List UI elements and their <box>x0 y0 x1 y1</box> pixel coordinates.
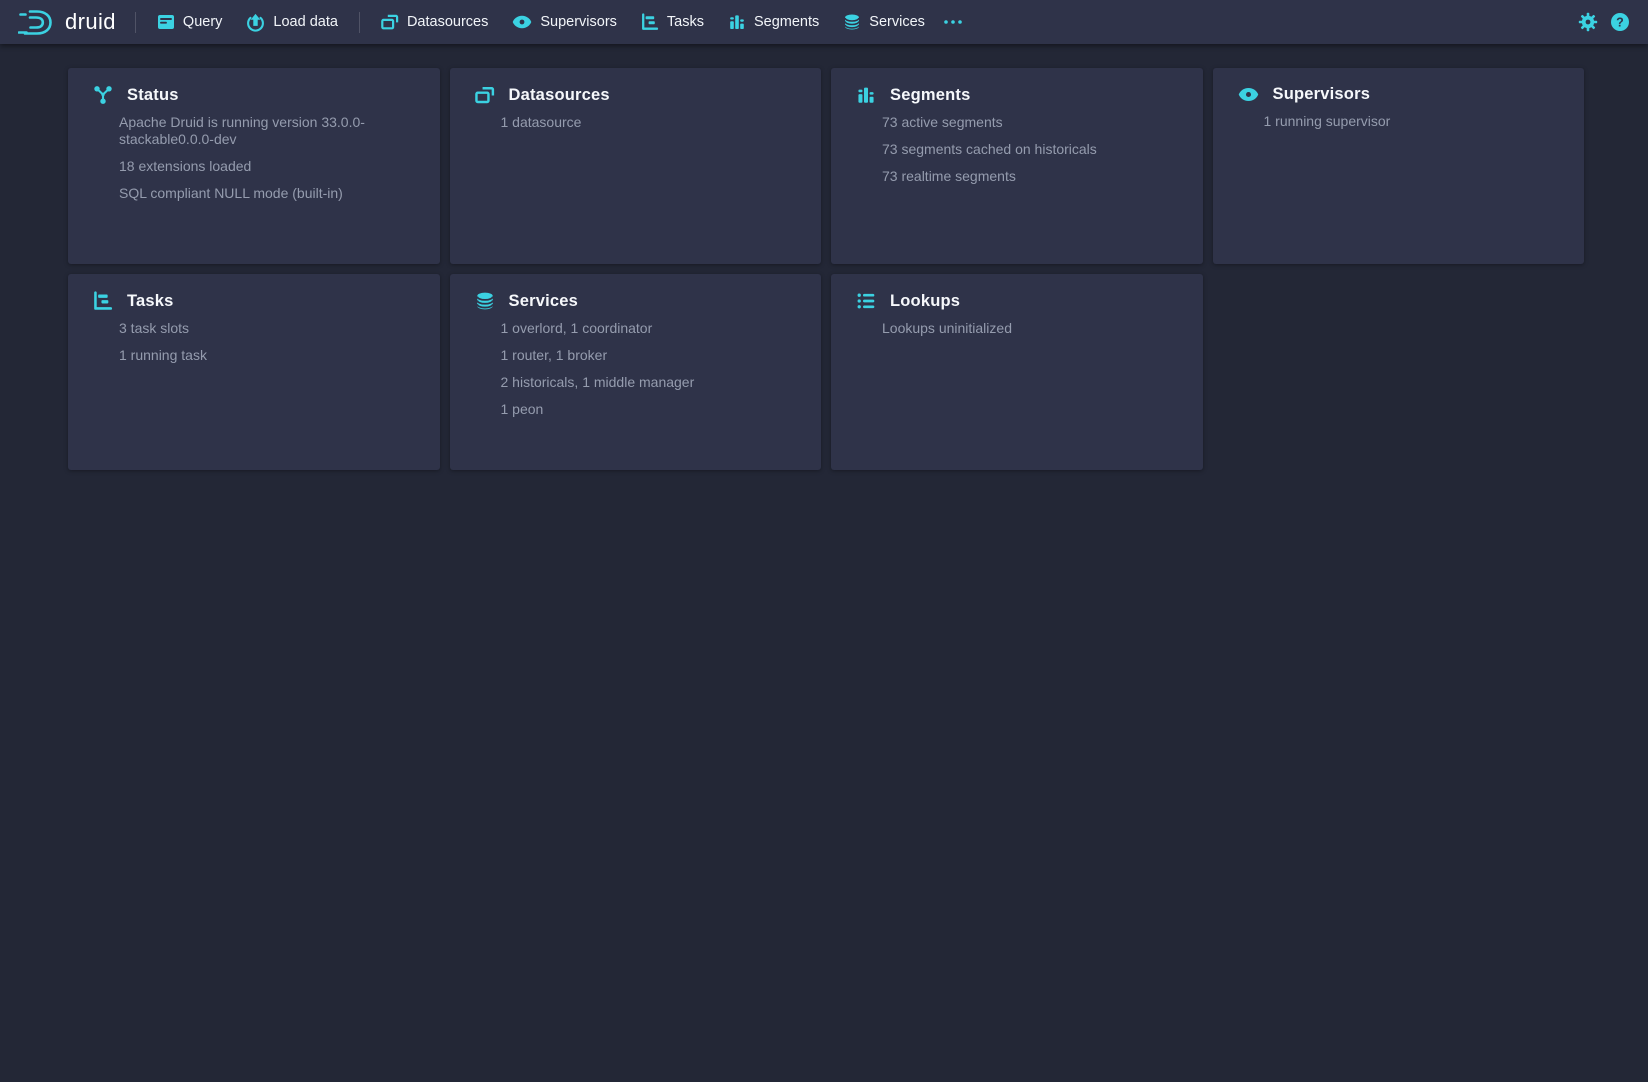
tasks-card[interactable]: Tasks 3 task slots 1 running task <box>68 274 440 470</box>
router-broker-text: 1 router, 1 broker <box>501 347 806 364</box>
card-title: Segments <box>890 86 970 105</box>
nav-item-label: Query <box>183 14 223 30</box>
cached-segments-text: 73 segments cached on historicals <box>882 141 1187 158</box>
navbar-divider <box>135 12 136 33</box>
more-menu-button[interactable] <box>937 0 969 44</box>
card-body: 1 running supervisor <box>1264 113 1569 130</box>
active-segments-text: 73 active segments <box>882 114 1187 131</box>
card-title: Datasources <box>509 86 610 105</box>
nav-item-label: Tasks <box>667 14 704 30</box>
peon-text: 1 peon <box>501 401 806 418</box>
services-card[interactable]: Services 1 overlord, 1 coordinator 1 rou… <box>450 274 822 470</box>
card-header: Segments <box>856 85 1187 105</box>
card-title: Services <box>509 292 579 311</box>
stacked-bars-icon <box>856 85 876 105</box>
circle-arrow-up-icon <box>246 13 265 32</box>
database-icon <box>475 291 495 311</box>
task-slots-text: 3 task slots <box>119 320 424 337</box>
eye-icon <box>512 15 532 29</box>
realtime-segments-text: 73 realtime segments <box>882 168 1187 185</box>
help-icon: ? <box>1610 12 1630 32</box>
card-title: Lookups <box>890 292 960 311</box>
card-header: Supervisors <box>1238 85 1569 104</box>
settings-button[interactable] <box>1572 0 1604 44</box>
historicals-middlemanager-text: 2 historicals, 1 middle manager <box>501 374 806 391</box>
home-card-grid: Status Apache Druid is running version 3… <box>0 44 1648 494</box>
status-card[interactable]: Status Apache Druid is running version 3… <box>68 68 440 264</box>
card-title: Tasks <box>127 292 174 311</box>
nav-item-label: Services <box>869 14 925 30</box>
status-extensions-text: 18 extensions loaded <box>119 158 424 175</box>
top-navbar: druid Query Load data Datasources <box>0 0 1648 44</box>
card-title: Supervisors <box>1273 85 1371 104</box>
nav-item-label: Datasources <box>407 14 488 30</box>
card-body: 1 datasource <box>501 114 806 131</box>
status-version-text: Apache Druid is running version 33.0.0-s… <box>119 114 424 148</box>
datasources-stack-icon <box>475 85 495 105</box>
status-sql-mode-text: SQL compliant NULL mode (built-in) <box>119 185 424 202</box>
application-icon <box>157 13 175 31</box>
gantt-chart-icon <box>93 291 113 311</box>
segments-card[interactable]: Segments 73 active segments 73 segments … <box>831 68 1203 264</box>
properties-list-icon <box>856 291 876 311</box>
nav-item-datasources[interactable]: Datasources <box>369 0 500 44</box>
brand-wordmark: druid <box>65 9 116 35</box>
navbar-divider <box>359 12 360 33</box>
card-body: 3 task slots 1 running task <box>119 320 424 364</box>
card-header: Services <box>475 291 806 311</box>
supervisors-card[interactable]: Supervisors 1 running supervisor <box>1213 68 1585 264</box>
nav-item-label: Load data <box>273 14 338 30</box>
druid-home-link[interactable]: druid <box>18 8 116 37</box>
card-title: Status <box>127 86 179 105</box>
card-body: Lookups uninitialized <box>882 320 1187 337</box>
nav-item-tasks[interactable]: Tasks <box>629 0 716 44</box>
gantt-chart-icon <box>641 13 659 31</box>
eye-icon <box>1238 87 1259 102</box>
running-supervisor-text: 1 running supervisor <box>1264 113 1569 130</box>
card-header: Lookups <box>856 291 1187 311</box>
nav-item-segments[interactable]: Segments <box>716 0 831 44</box>
nav-item-load-data[interactable]: Load data <box>234 0 350 44</box>
card-header: Status <box>93 85 424 105</box>
status-graph-icon <box>93 85 113 105</box>
nav-item-supervisors[interactable]: Supervisors <box>500 0 629 44</box>
gear-icon <box>1578 12 1598 32</box>
card-body: Apache Druid is running version 33.0.0-s… <box>119 114 424 202</box>
svg-text:?: ? <box>1616 15 1624 29</box>
overlord-coordinator-text: 1 overlord, 1 coordinator <box>501 320 806 337</box>
lookups-card[interactable]: Lookups Lookups uninitialized <box>831 274 1203 470</box>
help-button[interactable]: ? <box>1604 0 1636 44</box>
more-ellipsis-icon <box>943 19 963 25</box>
nav-item-label: Segments <box>754 14 819 30</box>
card-body: 1 overlord, 1 coordinator 1 router, 1 br… <box>501 320 806 418</box>
datasources-stack-icon <box>381 13 399 31</box>
card-header: Datasources <box>475 85 806 105</box>
stacked-bars-icon <box>728 13 746 31</box>
running-task-text: 1 running task <box>119 347 424 364</box>
database-icon <box>843 13 861 31</box>
datasources-card[interactable]: Datasources 1 datasource <box>450 68 822 264</box>
druid-logo-icon <box>18 8 56 37</box>
card-body: 73 active segments 73 segments cached on… <box>882 114 1187 185</box>
datasource-count-text: 1 datasource <box>501 114 806 131</box>
nav-item-services[interactable]: Services <box>831 0 937 44</box>
nav-item-query[interactable]: Query <box>145 0 235 44</box>
nav-item-label: Supervisors <box>540 14 617 30</box>
lookups-status-text: Lookups uninitialized <box>882 320 1187 337</box>
card-header: Tasks <box>93 291 424 311</box>
